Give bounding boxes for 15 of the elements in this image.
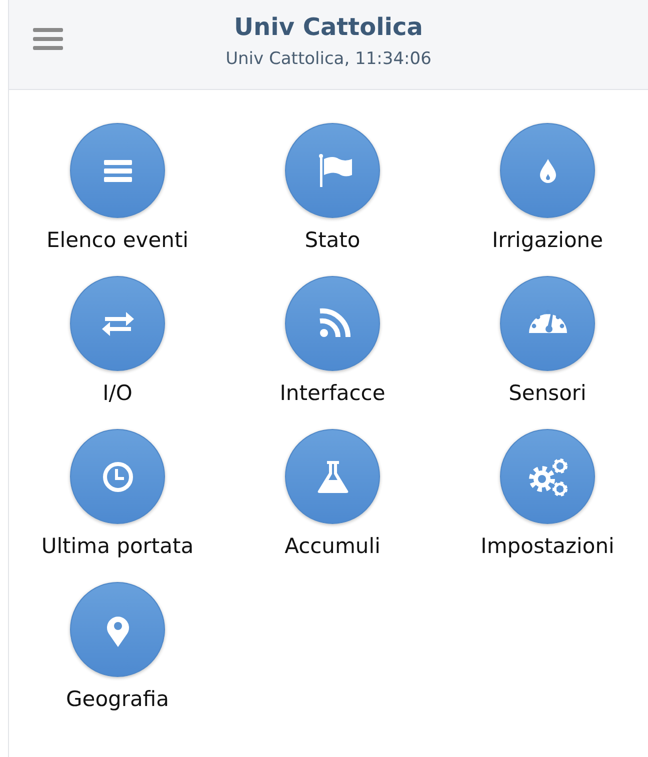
menu-icon [33, 28, 63, 50]
menu-button[interactable] [33, 28, 63, 50]
tile-label: Accumuli [284, 533, 382, 560]
tile-label: Impostazioni [480, 533, 616, 560]
tile-label: Irrigazione [490, 227, 604, 254]
tile-label: Elenco eventi [45, 227, 190, 254]
gears-icon [528, 456, 568, 496]
status-subtitle: Univ Cattolica, 11:34:06 [226, 48, 432, 70]
tile-label: Interfacce [278, 380, 386, 407]
tile-label: Sensori [508, 380, 588, 407]
tile-label: Geografia [65, 686, 170, 713]
tile-label: Ultima portata [40, 533, 195, 560]
app-title: Univ Cattolica [234, 12, 423, 42]
tile-label: I/O [102, 380, 134, 407]
tile-label: Stato [304, 227, 362, 254]
